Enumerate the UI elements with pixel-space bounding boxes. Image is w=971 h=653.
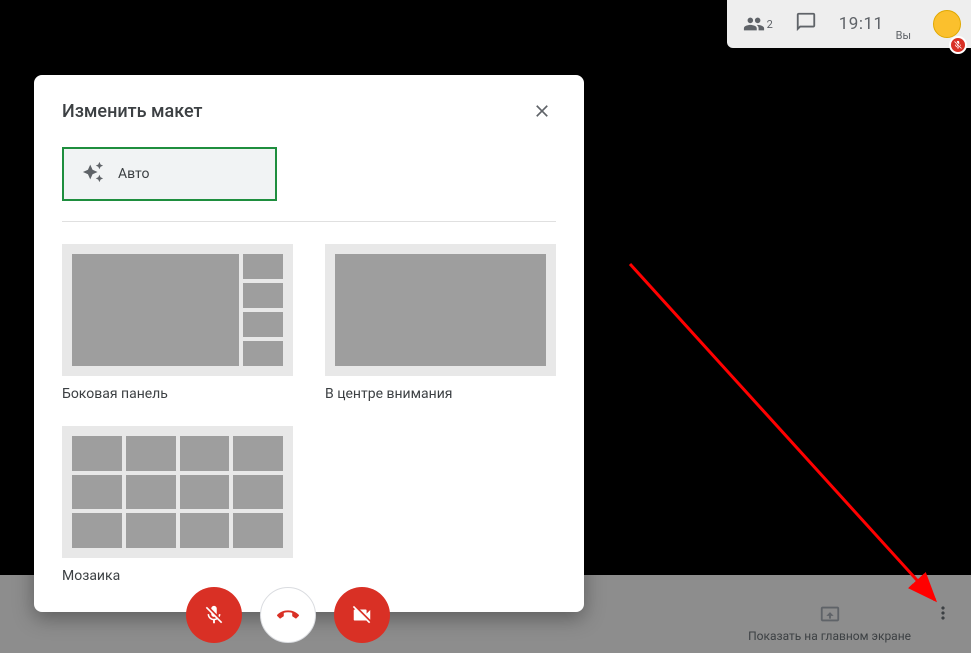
- call-controls: [186, 587, 390, 643]
- chat-icon: [795, 11, 817, 33]
- layout-name-spotlight: В центре внимания: [325, 386, 556, 402]
- layout-option-spotlight[interactable]: В центре внимания: [325, 244, 556, 402]
- dialog-title: Изменить макет: [62, 101, 203, 122]
- present-icon: [819, 603, 841, 625]
- self-muted-badge: [949, 36, 967, 54]
- clock: 19:11: [839, 14, 884, 34]
- hangup-button[interactable]: [260, 587, 316, 643]
- avatar[interactable]: [933, 10, 961, 38]
- videocam-off-icon: [351, 604, 373, 626]
- thumbnail-sidebar: [62, 244, 293, 376]
- mic-off-icon: [203, 604, 225, 626]
- layout-option-sidebar[interactable]: Боковая панель: [62, 244, 293, 402]
- participants-button[interactable]: 2: [743, 13, 773, 35]
- auto-label: Авто: [118, 166, 150, 182]
- camera-button[interactable]: [334, 587, 390, 643]
- top-toolbar: 2 19:11 Вы: [727, 0, 971, 48]
- thumbnail-tiled: [62, 426, 293, 558]
- participant-count: 2: [767, 18, 773, 31]
- layout-option-auto[interactable]: Авто: [62, 147, 277, 201]
- layout-option-tiled[interactable]: Мозаика: [62, 426, 293, 584]
- sparkle-icon: [82, 161, 104, 187]
- layout-name-tiled: Мозаика: [62, 568, 293, 584]
- more-options-button[interactable]: [929, 599, 957, 631]
- dialog-header: Изменить макет: [62, 97, 556, 125]
- mute-button[interactable]: [186, 587, 242, 643]
- thumbnail-spotlight: [325, 244, 556, 376]
- present-button[interactable]: Показать на главном экране: [748, 603, 911, 643]
- close-icon: [532, 101, 552, 121]
- layout-name-sidebar: Боковая панель: [62, 386, 293, 402]
- you-label: Вы: [896, 29, 911, 42]
- more-vert-icon: [933, 603, 953, 623]
- close-button[interactable]: [528, 97, 556, 125]
- call-end-icon: [277, 604, 299, 626]
- present-label: Показать на главном экране: [748, 629, 911, 643]
- divider: [62, 221, 556, 222]
- layout-grid: Боковая панель В центре внимания Мозаика: [62, 244, 556, 584]
- people-icon: [743, 13, 765, 35]
- change-layout-dialog: Изменить макет Авто Боковая панель: [34, 75, 584, 612]
- chat-button[interactable]: [795, 11, 817, 37]
- mic-off-icon: [953, 40, 963, 50]
